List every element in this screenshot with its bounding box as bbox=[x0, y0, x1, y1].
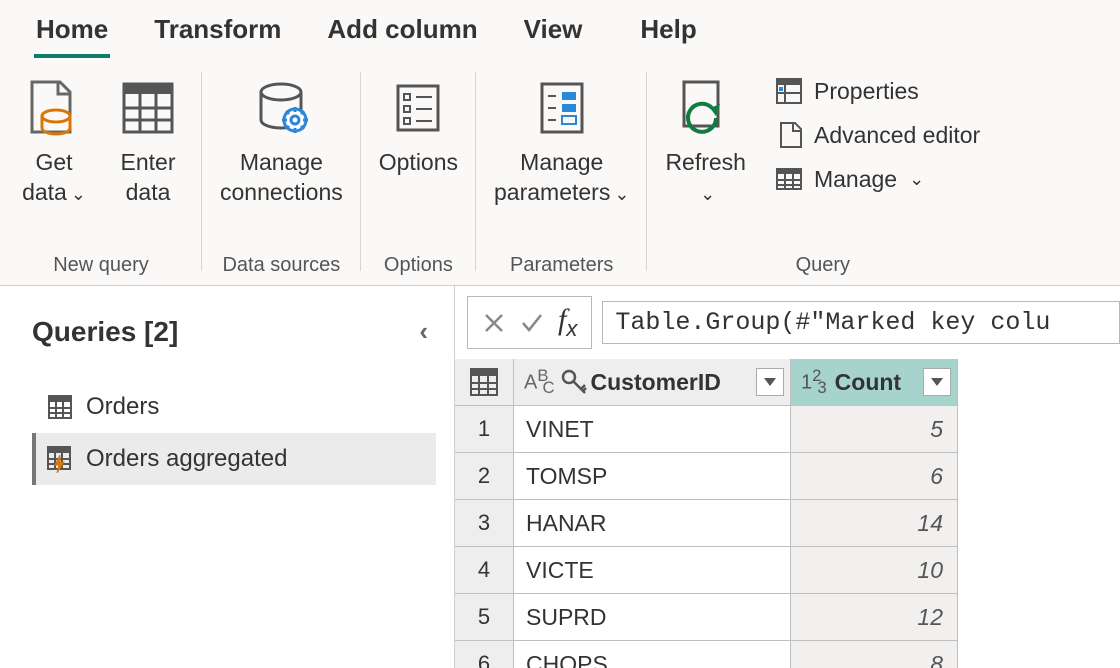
group-parameters: Manageparameters⌄ Parameters bbox=[476, 58, 647, 285]
enter-data-icon bbox=[112, 72, 184, 144]
cell-customerid[interactable]: SUPRD bbox=[513, 593, 791, 641]
cell-count[interactable]: 12 bbox=[790, 593, 958, 641]
ribbon: Getdata⌄ Enterdata New query Manageconne… bbox=[0, 58, 1120, 286]
row-number: 1 bbox=[455, 405, 514, 453]
cell-count[interactable]: 8 bbox=[790, 640, 958, 668]
cell-customerid[interactable]: VICTE bbox=[513, 546, 791, 594]
options-icon bbox=[382, 72, 454, 144]
queries-pane-title: Queries [2] bbox=[32, 316, 178, 348]
tab-add-column[interactable]: Add column bbox=[325, 6, 479, 58]
data-preview: fx Table.Group(#"Marked key colu ABC Cus… bbox=[455, 286, 1120, 668]
formula-input[interactable]: Table.Group(#"Marked key colu bbox=[602, 301, 1120, 344]
properties-icon bbox=[772, 74, 806, 108]
cancel-formula-button[interactable] bbox=[482, 311, 506, 335]
refresh-icon bbox=[670, 72, 742, 144]
table-row[interactable]: 4VICTE10 bbox=[455, 547, 1120, 594]
table-icon bbox=[44, 391, 76, 423]
commit-formula-button[interactable] bbox=[520, 311, 544, 335]
query-item-orders[interactable]: Orders bbox=[32, 381, 436, 433]
row-number: 5 bbox=[455, 593, 514, 641]
column-header-count[interactable]: 123 Count bbox=[790, 359, 958, 406]
options-button[interactable]: Options bbox=[373, 68, 464, 182]
row-number: 2 bbox=[455, 452, 514, 500]
cell-customerid[interactable]: HANAR bbox=[513, 499, 791, 547]
manage-parameters-button[interactable]: Manageparameters⌄ bbox=[488, 68, 635, 212]
chevron-down-icon: ⌄ bbox=[614, 184, 629, 204]
tab-transform[interactable]: Transform bbox=[152, 6, 283, 58]
filter-customerid-button[interactable] bbox=[756, 368, 784, 396]
row-number: 4 bbox=[455, 546, 514, 594]
formula-bar: fx Table.Group(#"Marked key colu bbox=[455, 286, 1120, 359]
group-label-parameters: Parameters bbox=[510, 254, 613, 281]
tab-view[interactable]: View bbox=[522, 6, 585, 58]
table-row[interactable]: 5SUPRD12 bbox=[455, 594, 1120, 641]
row-number: 3 bbox=[455, 499, 514, 547]
cell-count[interactable]: 6 bbox=[790, 452, 958, 500]
parameters-icon bbox=[526, 72, 598, 144]
chevron-down-icon: ⌄ bbox=[909, 169, 924, 190]
manage-connections-button[interactable]: Manageconnections bbox=[214, 68, 349, 212]
key-icon bbox=[561, 369, 587, 395]
column-header-customerid[interactable]: ABC CustomerID bbox=[513, 359, 791, 406]
table-row[interactable]: 6CHOPS8 bbox=[455, 641, 1120, 668]
tab-home[interactable]: Home bbox=[34, 6, 110, 58]
collapse-queries-button[interactable]: ‹ bbox=[411, 312, 436, 351]
chevron-down-icon: ⌄ bbox=[71, 184, 86, 204]
query-list: Orders Orders aggregated bbox=[32, 381, 436, 485]
get-data-button[interactable]: Getdata⌄ bbox=[12, 68, 96, 212]
tab-help[interactable]: Help bbox=[638, 6, 698, 58]
get-data-icon bbox=[18, 72, 90, 144]
group-label-new-query: New query bbox=[53, 254, 149, 281]
query-item-orders-aggregated[interactable]: Orders aggregated bbox=[32, 433, 436, 485]
group-label-query: Query bbox=[796, 254, 850, 281]
table-row[interactable]: 1VINET5 bbox=[455, 406, 1120, 453]
chevron-down-icon: ⌄ bbox=[700, 184, 715, 204]
table-row[interactable]: 3HANAR14 bbox=[455, 500, 1120, 547]
row-number: 6 bbox=[455, 640, 514, 668]
preview-grid: ABC CustomerID 123 Count 1VINET52TOMSP63… bbox=[455, 359, 1120, 668]
enter-data-button[interactable]: Enterdata bbox=[106, 68, 190, 212]
grid-corner-button[interactable] bbox=[455, 359, 514, 406]
cell-customerid[interactable]: VINET bbox=[513, 405, 791, 453]
group-new-query: Getdata⌄ Enterdata New query bbox=[0, 58, 202, 285]
group-query: Refresh⌄ Properties Advanced editor Mana… bbox=[647, 58, 998, 285]
filter-count-button[interactable] bbox=[923, 368, 951, 396]
table-aggregated-icon bbox=[44, 443, 76, 475]
advanced-editor-button[interactable]: Advanced editor bbox=[766, 116, 986, 154]
refresh-button[interactable]: Refresh⌄ bbox=[659, 68, 752, 212]
cell-count[interactable]: 14 bbox=[790, 499, 958, 547]
manage-icon bbox=[772, 162, 806, 196]
manage-connections-icon bbox=[245, 72, 317, 144]
advanced-editor-icon bbox=[772, 118, 806, 152]
group-data-sources: Manageconnections Data sources bbox=[202, 58, 361, 285]
cell-count[interactable]: 10 bbox=[790, 546, 958, 594]
group-options: Options Options bbox=[361, 58, 476, 285]
fx-icon: fx bbox=[558, 303, 577, 342]
cell-customerid[interactable]: CHOPS bbox=[513, 640, 791, 668]
group-label-data-sources: Data sources bbox=[222, 254, 340, 281]
queries-pane: Queries [2] ‹ Orders Orders aggregated bbox=[0, 286, 455, 668]
group-label-options: Options bbox=[384, 254, 453, 281]
ribbon-tabs: Home Transform Add column View Help bbox=[0, 0, 1120, 58]
cell-count[interactable]: 5 bbox=[790, 405, 958, 453]
cell-customerid[interactable]: TOMSP bbox=[513, 452, 791, 500]
properties-button[interactable]: Properties bbox=[766, 72, 986, 110]
manage-query-button[interactable]: Manage⌄ bbox=[766, 160, 986, 198]
table-row[interactable]: 2TOMSP6 bbox=[455, 453, 1120, 500]
